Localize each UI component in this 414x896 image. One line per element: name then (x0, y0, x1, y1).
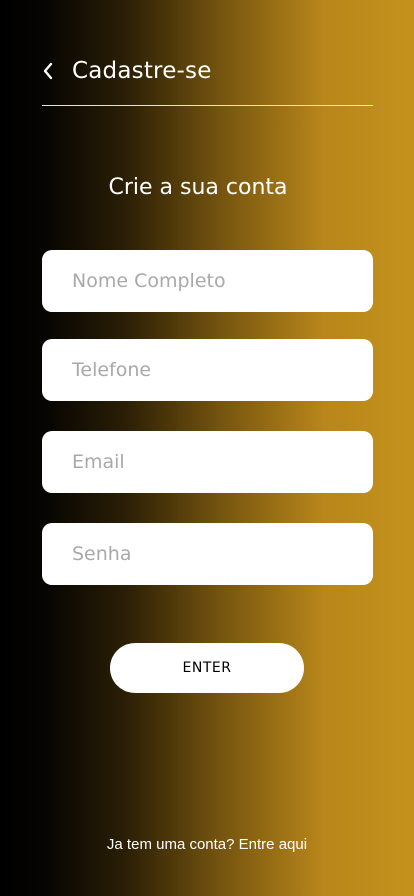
form-heading: Crie a sua conta (108, 175, 288, 200)
app-header: Cadastre-se (42, 52, 372, 90)
header-divider (42, 105, 373, 106)
login-link[interactable]: Entre aqui (239, 836, 307, 853)
login-prompt: Ja tem uma conta? Entre aqui (0, 836, 414, 853)
password-input[interactable] (42, 523, 373, 585)
chevron-left-icon[interactable] (42, 61, 62, 81)
enter-button[interactable]: ENTER (110, 643, 304, 693)
email-input[interactable] (42, 431, 373, 493)
page-title: Cadastre-se (72, 58, 212, 84)
full-name-input[interactable] (42, 250, 373, 312)
phone-input[interactable] (42, 339, 373, 401)
login-question: Ja tem uma conta? (106, 836, 235, 853)
